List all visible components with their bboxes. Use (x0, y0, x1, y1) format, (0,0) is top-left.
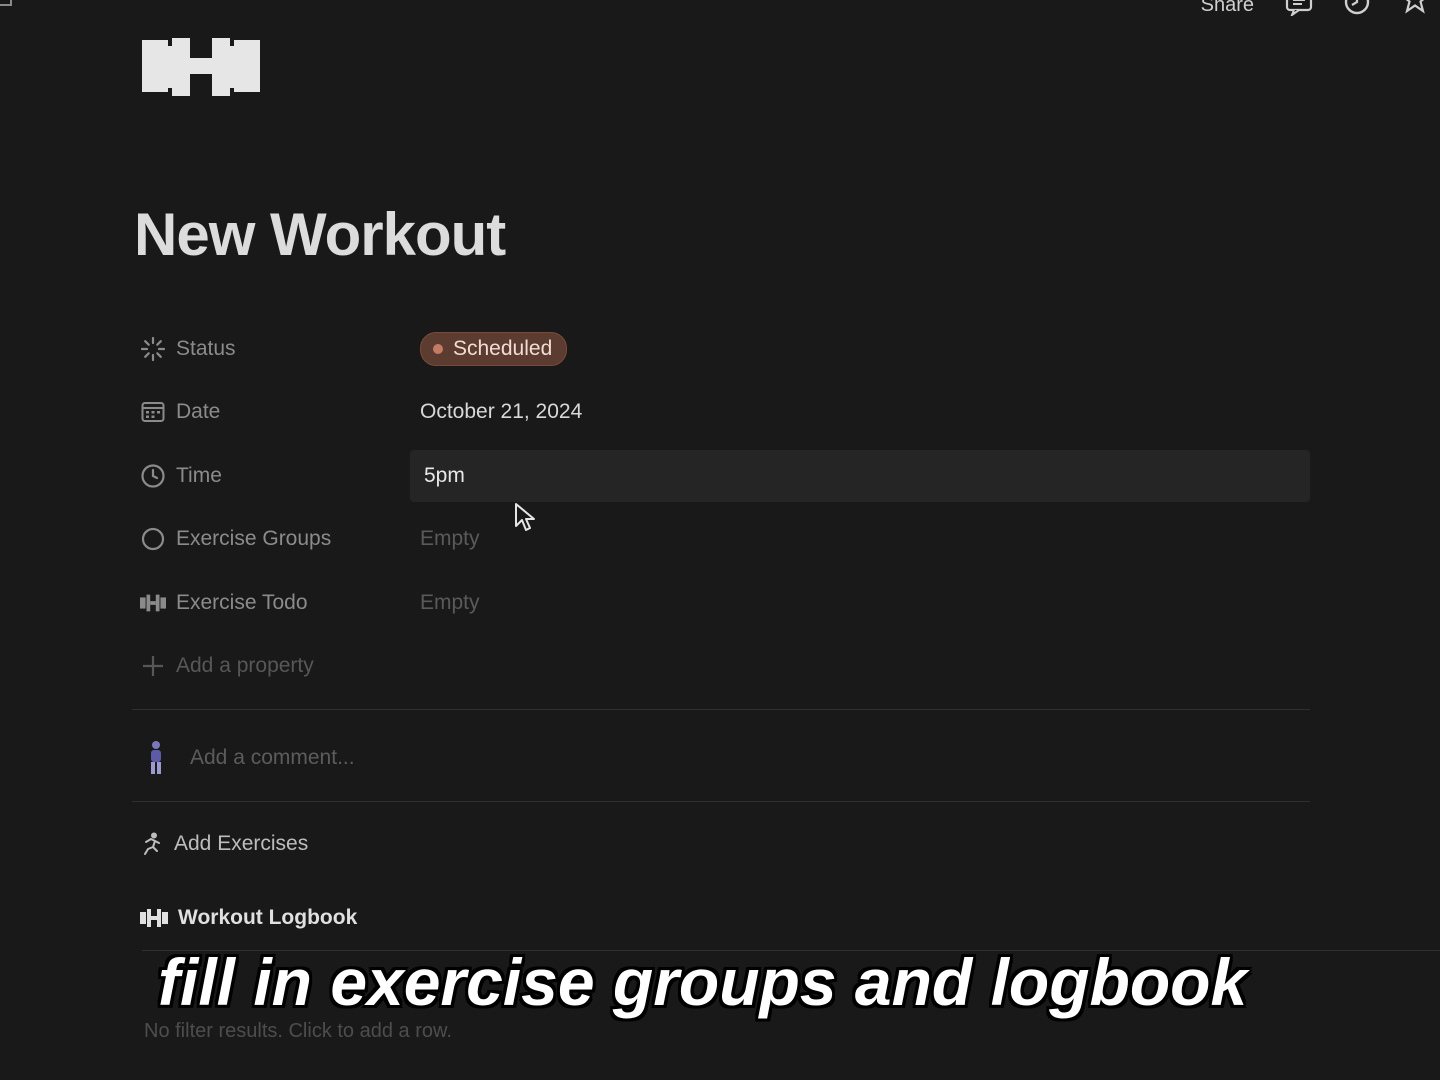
status-badge[interactable]: Scheduled (420, 331, 568, 366)
avatar (140, 738, 172, 778)
calendar-icon (140, 399, 166, 425)
plus-icon (140, 653, 166, 679)
comments-icon[interactable] (1284, 0, 1314, 16)
property-label: Exercise Groups (176, 527, 332, 551)
circle-icon (140, 526, 166, 552)
property-label: Date (176, 400, 221, 424)
divider (132, 801, 1310, 802)
property-exercise-groups[interactable]: Exercise Groups Empty (134, 508, 1310, 572)
star-icon[interactable] (1400, 0, 1430, 16)
page-icon-dumbbell[interactable] (142, 38, 260, 98)
comment-box[interactable]: Add a comment... (140, 738, 355, 778)
property-label: Status (176, 336, 236, 360)
date-value[interactable]: October 21, 2024 (420, 400, 1310, 424)
share-button[interactable]: Share (1201, 0, 1254, 17)
history-icon[interactable] (1342, 0, 1372, 16)
properties-list: Status Scheduled Date October 21, 2024 T… (134, 317, 1310, 698)
add-exercises-button[interactable]: Add Exercises (140, 832, 308, 856)
exercise-todo-value[interactable]: Empty (420, 591, 1310, 615)
workout-page: Share New Workout Status Scheduled Date … (0, 0, 1440, 1080)
property-time[interactable]: Time (134, 444, 1310, 508)
status-spinner-icon (140, 336, 166, 362)
empty-table-message[interactable]: No filter results. Click to add a row. (144, 1020, 452, 1043)
dumbbell-icon (140, 909, 168, 927)
sidebar-toggle-icon[interactable] (0, 0, 12, 6)
property-date[interactable]: Date October 21, 2024 (134, 381, 1310, 445)
comment-placeholder: Add a comment... (190, 746, 355, 769)
video-caption: fill in exercise groups and logbook (158, 945, 1248, 1019)
add-property-button[interactable]: Add a property (134, 635, 1310, 699)
dumbbell-icon (140, 590, 166, 616)
clock-icon (140, 463, 166, 489)
status-dot (433, 343, 443, 354)
time-input[interactable] (410, 449, 1310, 502)
property-label: Time (176, 463, 222, 487)
property-exercise-todo[interactable]: Exercise Todo Empty (134, 571, 1310, 635)
property-status[interactable]: Status Scheduled (134, 317, 1310, 381)
property-label: Exercise Todo (176, 590, 308, 614)
page-title[interactable]: New Workout (134, 200, 506, 269)
running-icon (140, 832, 164, 856)
exercise-groups-value[interactable]: Empty (420, 527, 1310, 551)
mouse-cursor-icon (514, 502, 536, 539)
divider (132, 709, 1310, 710)
workout-logbook-title[interactable]: Workout Logbook (140, 906, 357, 930)
top-bar: Share (0, 0, 1440, 20)
